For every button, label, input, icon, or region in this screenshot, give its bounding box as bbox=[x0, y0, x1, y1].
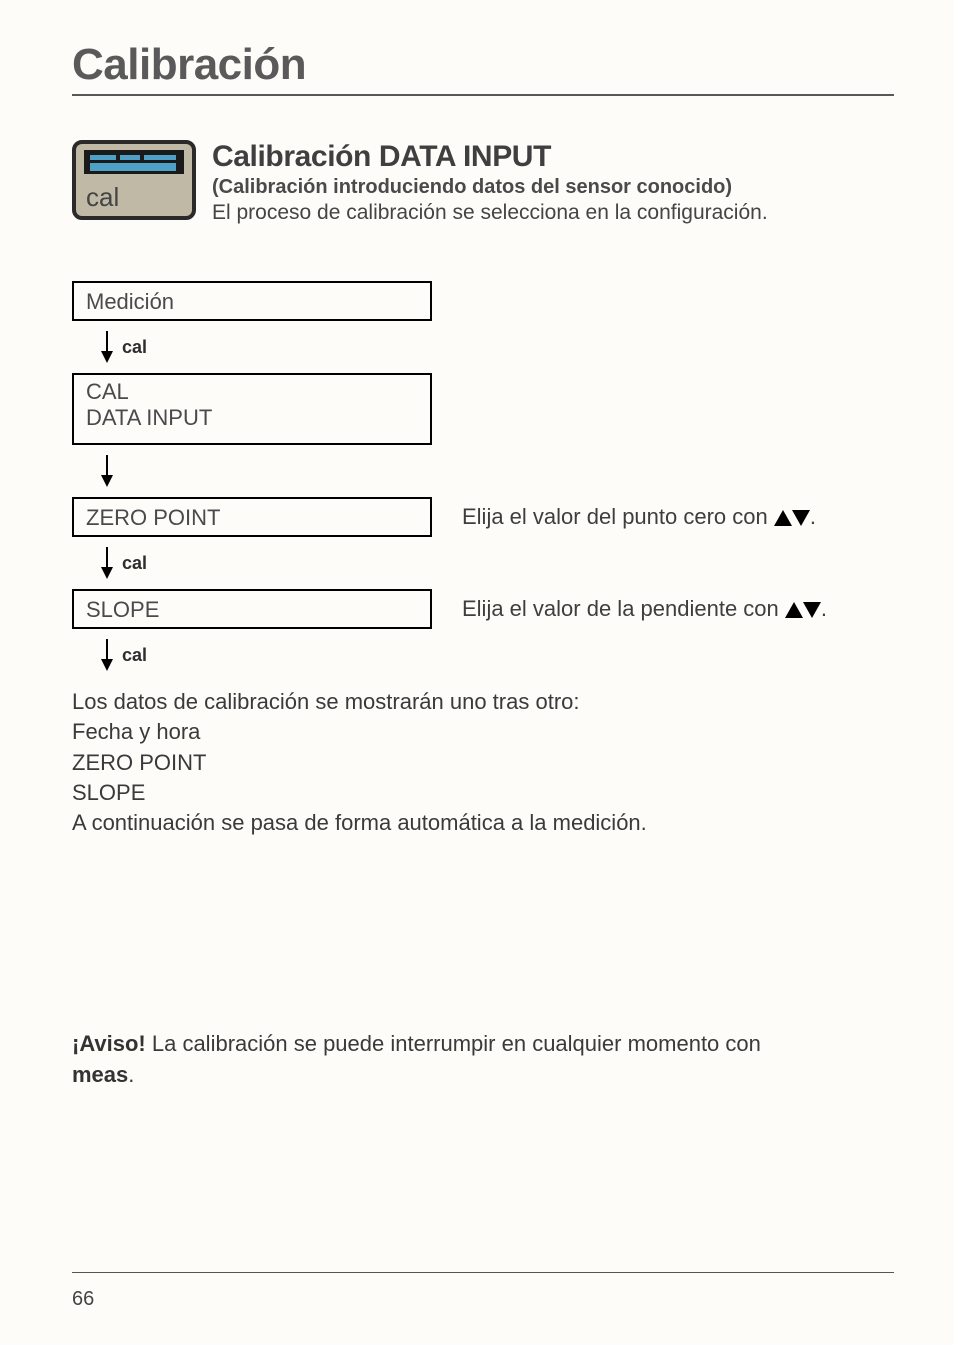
triangle-up-icon bbox=[785, 602, 803, 618]
notice-text-2: . bbox=[128, 1062, 134, 1087]
intro-text-block: Calibración DATA INPUT (Calibración intr… bbox=[212, 140, 768, 225]
footer-divider bbox=[72, 1272, 894, 1274]
side-text-slope: Elija el valor de la pendiente con . bbox=[462, 596, 827, 622]
step-slope: SLOPE bbox=[72, 589, 432, 629]
arrow-down-1: cal bbox=[72, 321, 894, 373]
notice-block: ¡Aviso! La calibración se puede interrum… bbox=[72, 1029, 894, 1091]
side-zero-pre: Elija el valor del punto cero con bbox=[462, 504, 774, 529]
step-cal-datainput: CAL DATA INPUT bbox=[72, 373, 432, 445]
arrow-label-cal-2: cal bbox=[122, 553, 147, 574]
notice-meas: meas bbox=[72, 1062, 128, 1087]
side-text-zero: Elija el valor del punto cero con . bbox=[462, 504, 816, 530]
results-block: Los datos de calibración se mostrarán un… bbox=[72, 687, 894, 839]
side-slope-pre: Elija el valor de la pendiente con bbox=[462, 596, 785, 621]
arrow-down-icon bbox=[100, 331, 114, 363]
flow-diagram: Medición cal CAL DATA INPUT ZERO POINT E… bbox=[72, 281, 894, 681]
step-cal-line1: CAL bbox=[86, 379, 418, 405]
triangle-up-icon bbox=[774, 510, 792, 526]
arrow-label-cal-3: cal bbox=[122, 645, 147, 666]
notice-label: ¡Aviso! bbox=[72, 1031, 146, 1056]
cal-lcd-icon: cal bbox=[72, 140, 196, 225]
arrow-down-icon bbox=[100, 455, 114, 487]
arrow-down-icon bbox=[100, 547, 114, 579]
triangle-down-icon bbox=[792, 510, 810, 526]
step-medicion: Medición bbox=[72, 281, 432, 321]
results-line-1: Los datos de calibración se mostrarán un… bbox=[72, 687, 894, 717]
step-cal-line2: DATA INPUT bbox=[86, 405, 418, 431]
side-zero-post: . bbox=[810, 504, 816, 529]
arrow-down-4: cal bbox=[72, 629, 894, 681]
page-title: Calibración bbox=[72, 40, 894, 90]
notice-text-1: La calibración se puede interrumpir en c… bbox=[146, 1031, 761, 1056]
side-slope-post: . bbox=[821, 596, 827, 621]
page-number: 66 bbox=[72, 1288, 94, 1311]
arrow-label-cal-1: cal bbox=[122, 337, 147, 358]
intro-subheading: (Calibración introduciendo datos del sen… bbox=[212, 176, 768, 199]
results-line-3: ZERO POINT bbox=[72, 748, 894, 778]
triangle-down-icon bbox=[803, 602, 821, 618]
arrow-down-2 bbox=[72, 445, 894, 497]
intro-heading: Calibración DATA INPUT bbox=[212, 140, 768, 174]
intro-description: El proceso de calibración se selecciona … bbox=[212, 201, 768, 225]
step-zero-point: ZERO POINT bbox=[72, 497, 432, 537]
results-line-4: SLOPE bbox=[72, 778, 894, 808]
intro-section: cal Calibración DATA INPUT (Calibración … bbox=[72, 140, 894, 225]
arrow-down-icon bbox=[100, 639, 114, 671]
results-line-2: Fecha y hora bbox=[72, 717, 894, 747]
arrow-down-3: cal bbox=[72, 537, 894, 589]
title-underline bbox=[72, 94, 894, 96]
results-line-5: A continuación se pasa de forma automáti… bbox=[72, 808, 894, 838]
svg-text:cal: cal bbox=[86, 182, 119, 212]
